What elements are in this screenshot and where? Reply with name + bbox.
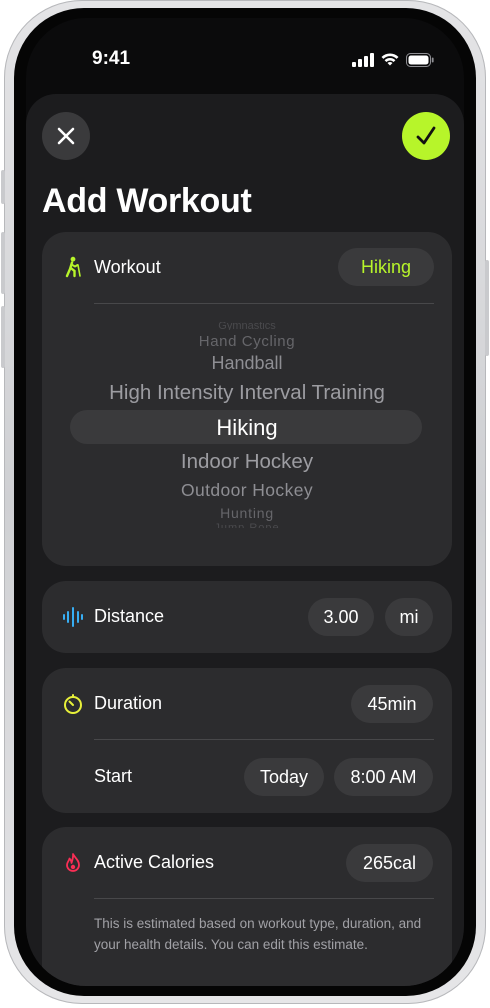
active-calories-field[interactable]: 265cal (346, 844, 433, 882)
side-button (485, 260, 489, 356)
distance-waveform-icon (63, 607, 83, 627)
duration-label: Duration (94, 693, 163, 713)
checkmark-icon (416, 126, 436, 145)
add-workout-sheet: Add Workout Workout Hiking Gymnastics Ha… (26, 94, 464, 986)
calories-divider (94, 898, 434, 899)
picker-item[interactable]: High Intensity Interval Training (42, 381, 452, 405)
page-title: Add Workout (42, 182, 252, 220)
duration-value-field[interactable]: 45min (351, 685, 433, 723)
active-calories-label: Active Calories (94, 852, 215, 872)
start-date-button[interactable]: Today (244, 758, 324, 796)
calories-estimate-note: This is estimated based on workout type,… (94, 916, 422, 952)
calories-card: Active Calories 265cal This is estimated… (42, 827, 452, 986)
workout-card: Workout Hiking Gymnastics Hand Cycling H… (42, 232, 452, 566)
phone-frame: 9:41 Add Workout Workout Hiking Gymnasti… (1, 0, 489, 1004)
action-button (1, 170, 5, 204)
close-icon (57, 127, 75, 145)
done-button[interactable] (402, 112, 450, 160)
status-icons (352, 52, 434, 67)
volume-down-button (1, 306, 5, 368)
picker-item[interactable]: Handball (42, 353, 452, 374)
workout-divider (94, 303, 434, 304)
screen: 9:41 Add Workout Workout Hiking Gymnasti… (26, 18, 464, 986)
picker-item[interactable]: Indoor Hockey (42, 450, 452, 474)
start-time-button[interactable]: 8:00 AM (334, 758, 433, 796)
bezel: 9:41 Add Workout Workout Hiking Gymnasti… (14, 8, 476, 996)
timer-icon (64, 694, 82, 714)
duration-divider (94, 739, 434, 740)
picker-item-selected[interactable]: Hiking (42, 415, 452, 441)
cellular-signal-icon (352, 52, 374, 67)
distance-value-field[interactable]: 3.00 (308, 598, 374, 636)
wifi-icon (381, 53, 399, 66)
distance-card: Distance 3.00 mi (42, 581, 452, 653)
battery-icon (406, 52, 434, 67)
picker-item[interactable]: Jump Rope (42, 520, 452, 528)
distance-label: Distance (94, 606, 165, 626)
picker-item[interactable]: Gymnastics (42, 322, 452, 330)
flame-icon (66, 853, 80, 872)
duration-card: Duration 45min Start Today 8:00 AM (42, 668, 452, 813)
workout-label: Workout (94, 257, 161, 277)
workout-type-button[interactable]: Hiking (338, 248, 434, 286)
volume-up-button (1, 232, 5, 294)
distance-unit-button[interactable]: mi (385, 598, 433, 636)
picker-item[interactable]: Hunting (42, 505, 452, 521)
close-button[interactable] (42, 112, 90, 160)
start-label: Start (94, 766, 133, 786)
hiking-icon (65, 256, 81, 278)
picker-item[interactable]: Hand Cycling (42, 333, 452, 350)
status-time: 9:41 (92, 48, 131, 69)
picker-item[interactable]: Outdoor Hockey (42, 480, 452, 501)
